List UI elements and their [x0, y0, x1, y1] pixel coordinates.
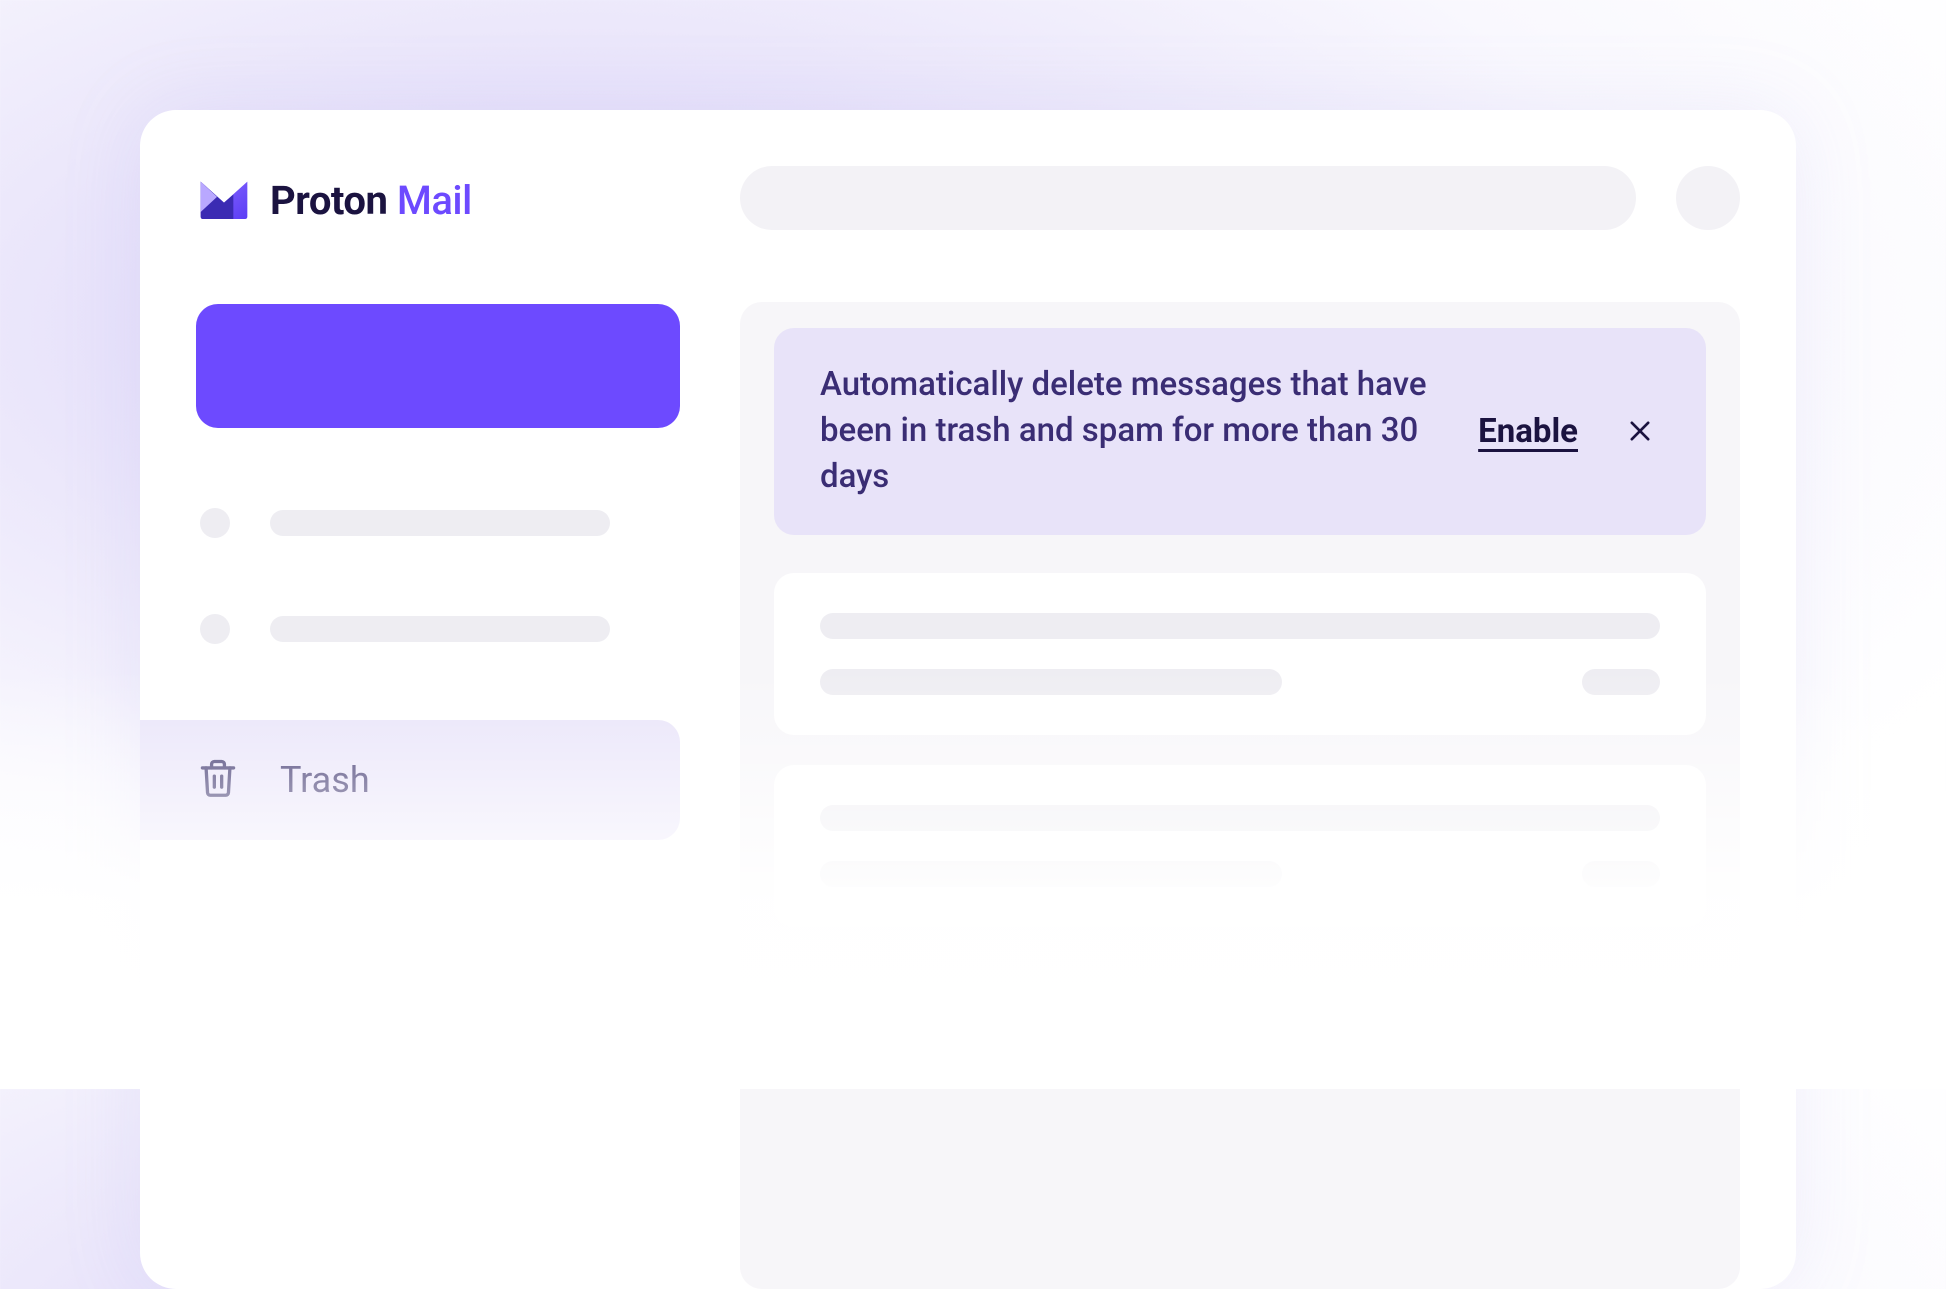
brand-product: Mail	[397, 177, 472, 224]
app-window: Proton Mail	[140, 110, 1796, 1289]
brand: Proton Mail	[196, 166, 680, 230]
topbar	[740, 166, 1740, 230]
placeholder-label	[270, 510, 610, 536]
main: Automatically delete messages that have …	[740, 166, 1740, 1289]
brand-name: Proton	[270, 177, 387, 224]
compose-button[interactable]	[196, 304, 680, 428]
sidebar: Proton Mail	[140, 166, 680, 1289]
enable-button[interactable]: Enable	[1478, 412, 1578, 451]
placeholder-icon	[200, 614, 230, 644]
brand-text: Proton Mail	[270, 177, 472, 224]
stage: Proton Mail	[0, 0, 1946, 1089]
placeholder-icon	[200, 508, 230, 538]
placeholder-chip	[1582, 669, 1660, 695]
placeholder-line	[820, 613, 1660, 639]
content-panel: Automatically delete messages that have …	[740, 302, 1740, 1289]
avatar[interactable]	[1676, 166, 1740, 230]
sidebar-item-label: Trash	[280, 759, 370, 801]
close-icon[interactable]	[1626, 417, 1654, 445]
placeholder-label	[270, 616, 610, 642]
search-input[interactable]	[740, 166, 1636, 230]
banner-message: Automatically delete messages that have …	[820, 362, 1438, 501]
message-item-placeholder[interactable]	[774, 573, 1706, 735]
proton-mail-logo-icon	[196, 170, 252, 230]
placeholder-line	[820, 805, 1660, 831]
placeholder-line	[820, 861, 1282, 887]
auto-delete-banner: Automatically delete messages that have …	[774, 328, 1706, 535]
trash-icon	[196, 756, 240, 804]
message-item-placeholder[interactable]	[774, 765, 1706, 927]
sidebar-item-placeholder[interactable]	[196, 508, 680, 538]
sidebar-item-trash[interactable]: Trash	[140, 720, 680, 840]
sidebar-item-placeholder[interactable]	[196, 614, 680, 644]
placeholder-line	[820, 669, 1282, 695]
placeholder-chip	[1582, 861, 1660, 887]
